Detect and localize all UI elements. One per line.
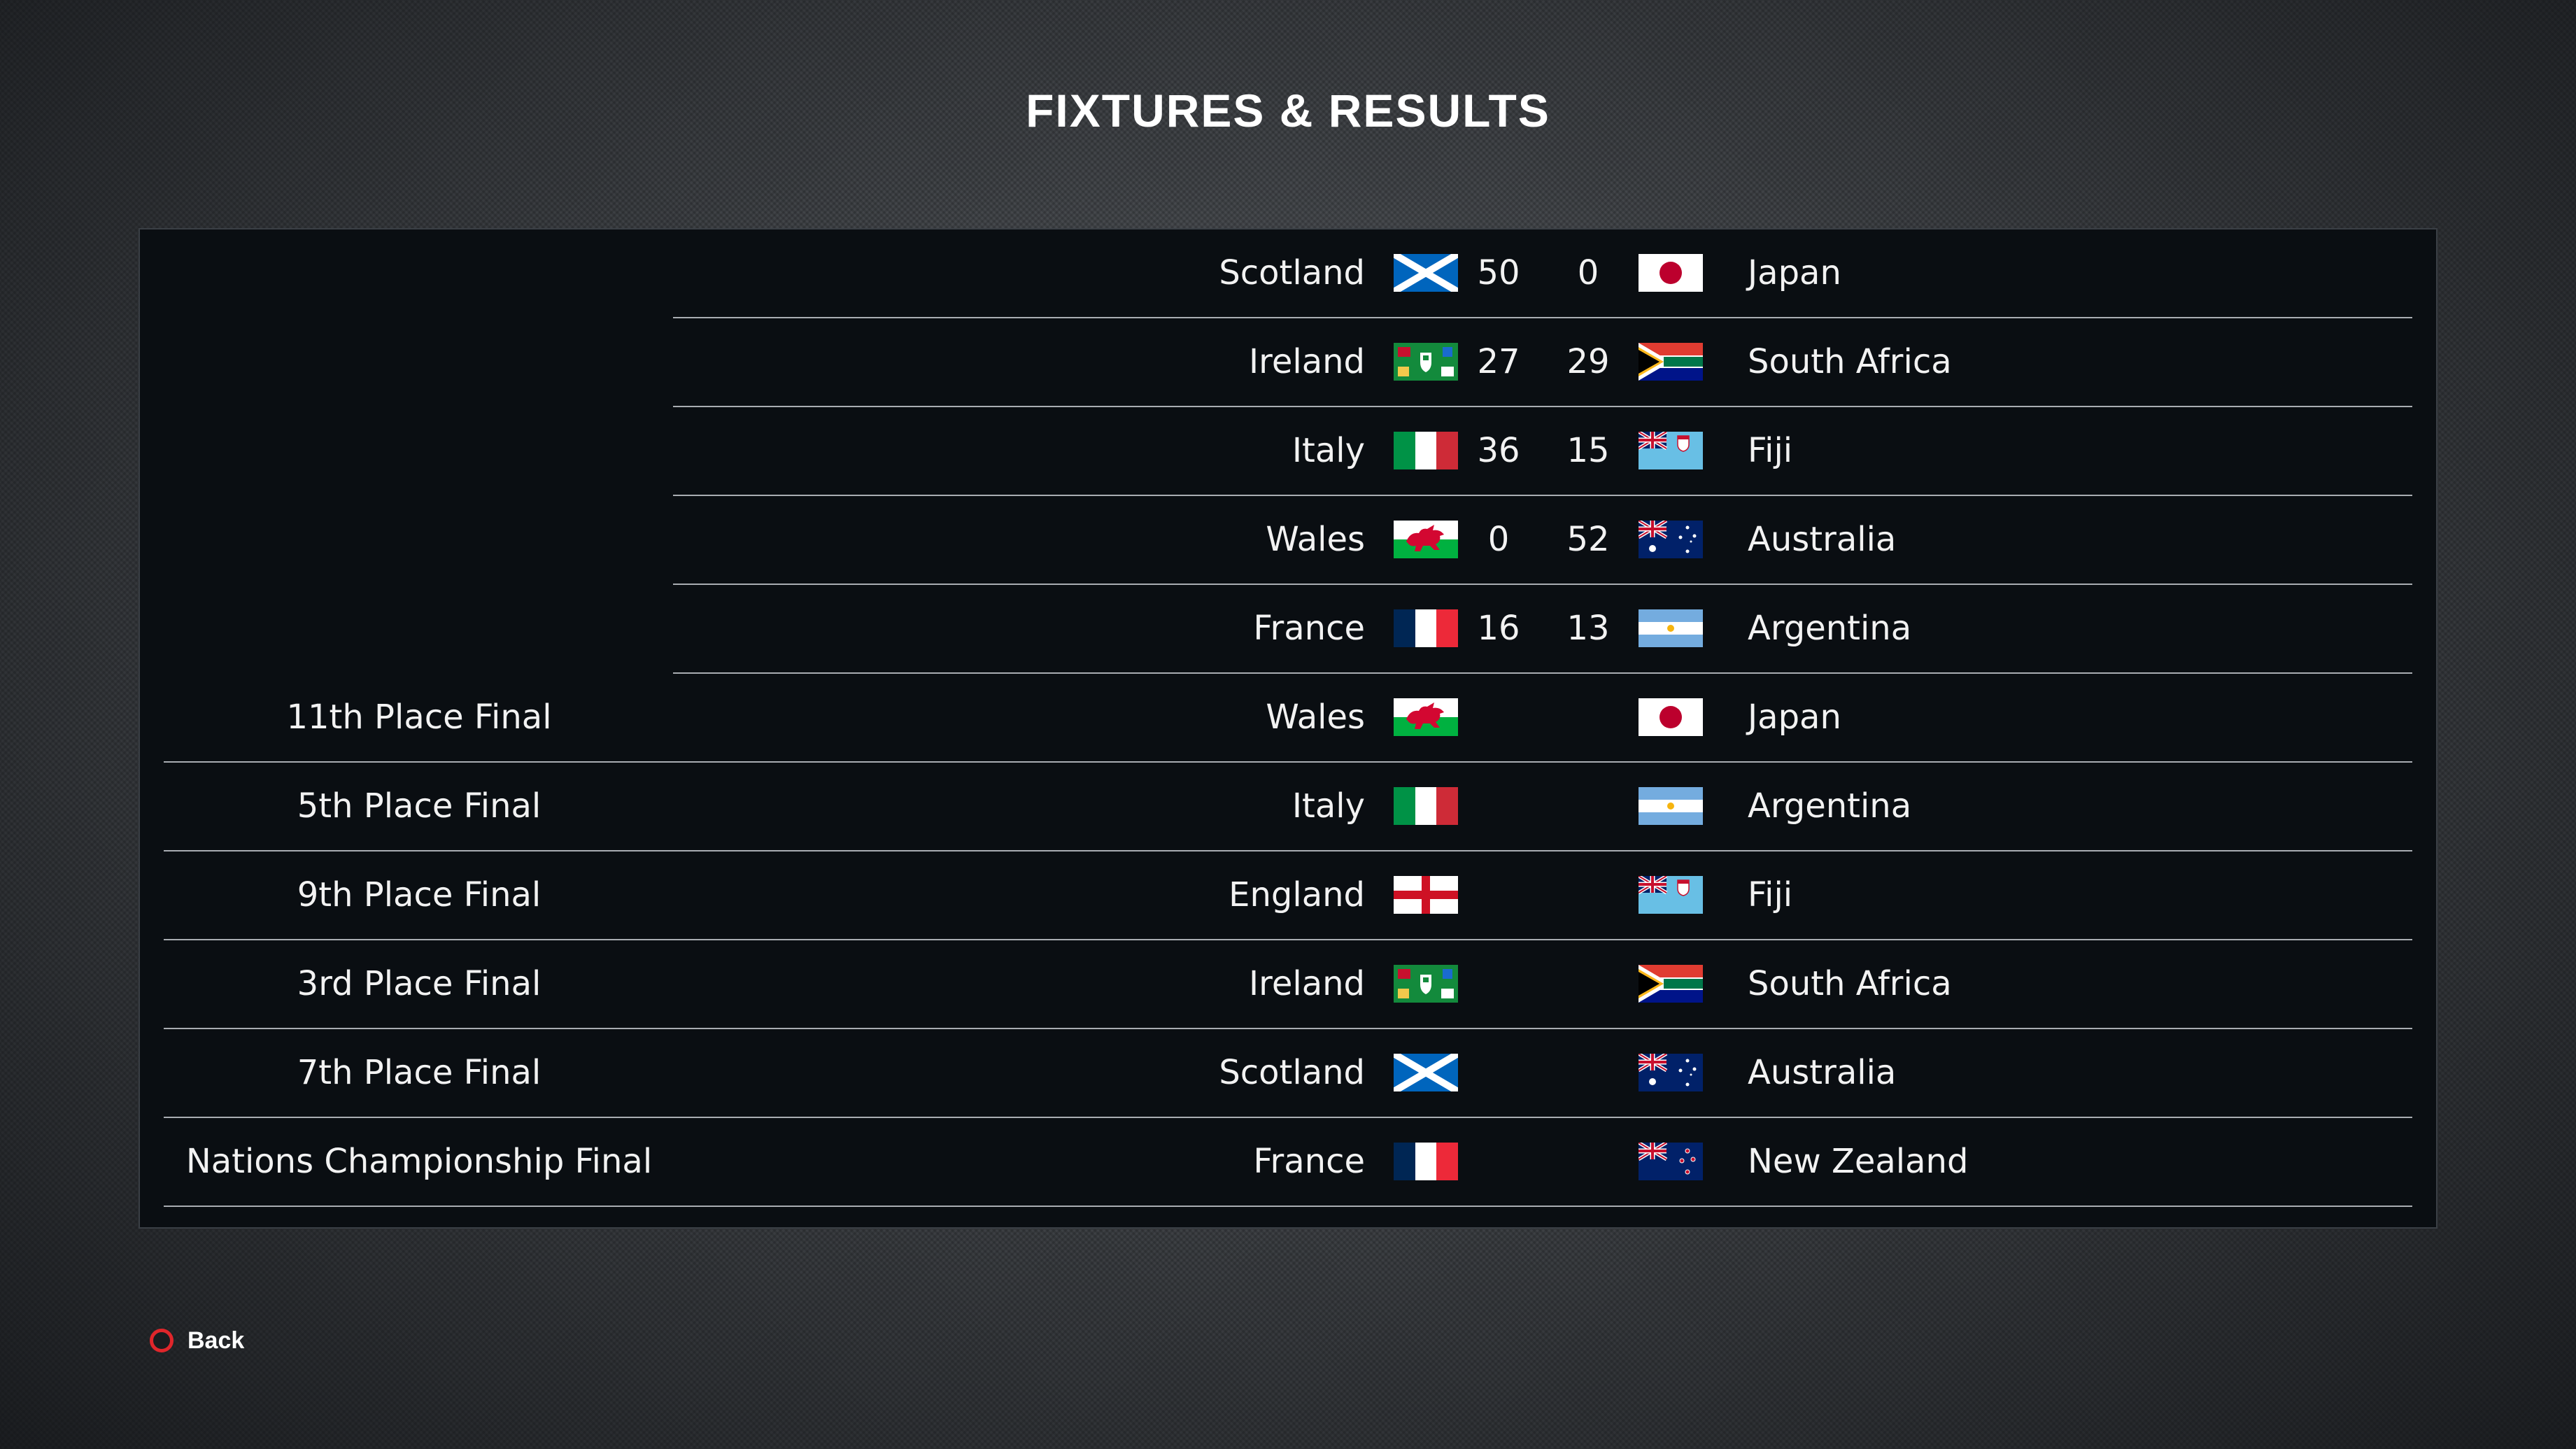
home-team-name: Scotland <box>1219 253 1365 292</box>
home-team-name: France <box>1253 1142 1365 1181</box>
away-team-name: Fiji <box>1748 431 1793 470</box>
argentina-flag-icon <box>1639 787 1703 825</box>
away-team-name: Argentina <box>1748 609 1912 648</box>
fixture-row[interactable]: Nations Championship Final France New Zeal… <box>164 1118 2412 1207</box>
home-team-name: Ireland <box>1248 342 1365 381</box>
home-team-name: Italy <box>1291 431 1365 470</box>
away-team-name: Australia <box>1748 520 1897 559</box>
away-team-name: Japan <box>1748 253 1841 292</box>
away-score: 15 <box>1566 431 1610 470</box>
argentina-flag-icon <box>1639 609 1703 647</box>
home-score: 36 <box>1477 431 1520 470</box>
away-score: 0 <box>1577 253 1599 292</box>
fixture-row[interactable]: 9th Place Final England Fiji <box>164 851 2412 940</box>
result-row[interactable]: Wales 0 52 Australia <box>673 496 2412 585</box>
result-row[interactable]: Scotland 50 0 Japan <box>673 229 2412 318</box>
round-label: 11th Place Final <box>286 698 552 737</box>
result-row[interactable]: Italy 36 15 Fiji <box>673 407 2412 496</box>
away-team-name: Fiji <box>1748 875 1793 914</box>
ireland-flag-icon <box>1394 343 1458 381</box>
home-team-name: England <box>1229 875 1365 914</box>
france-flag-icon <box>1394 609 1458 647</box>
fixture-row[interactable]: 3rd Place Final Ireland South Africa <box>164 940 2412 1029</box>
home-team-name: Wales <box>1266 520 1365 559</box>
australia-flag-icon <box>1639 521 1703 558</box>
back-button[interactable]: Back <box>150 1324 244 1357</box>
away-team-name: Japan <box>1748 698 1841 737</box>
away-team-name: Australia <box>1748 1053 1897 1092</box>
france-flag-icon <box>1394 1143 1458 1180</box>
home-team-name: Wales <box>1266 698 1365 737</box>
south-africa-flag-icon <box>1639 965 1703 1003</box>
italy-flag-icon <box>1394 787 1458 825</box>
away-team-name: New Zealand <box>1748 1142 1969 1181</box>
england-flag-icon <box>1394 876 1458 914</box>
home-score: 16 <box>1477 609 1520 648</box>
wales-flag-icon <box>1394 698 1458 736</box>
round-label: Nations Championship Final <box>185 1142 653 1181</box>
ireland-flag-icon <box>1394 965 1458 1003</box>
fixtures-results-table: Scotland 50 0 Japan Ireland 27 29 South Africa I… <box>139 228 2437 1229</box>
round-label: 5th Place Final <box>297 786 542 826</box>
scotland-flag-icon <box>1394 1054 1458 1091</box>
wales-flag-icon <box>1394 521 1458 558</box>
fixture-row[interactable]: 11th Place Final Wales Japan <box>164 674 2412 763</box>
result-row[interactable]: Ireland 27 29 South Africa <box>673 318 2412 407</box>
fixture-row[interactable]: 7th Place Final Scotland Australia <box>164 1029 2412 1118</box>
away-team-name: South Africa <box>1748 342 1952 381</box>
round-label: 3rd Place Final <box>297 964 542 1003</box>
result-row[interactable]: France 16 13 Argentina <box>673 585 2412 674</box>
round-label: 9th Place Final <box>297 875 542 914</box>
japan-flag-icon <box>1639 698 1703 736</box>
fiji-flag-icon <box>1639 432 1703 469</box>
home-score: 50 <box>1477 253 1520 292</box>
australia-flag-icon <box>1639 1054 1703 1091</box>
scotland-flag-icon <box>1394 254 1458 292</box>
away-score: 13 <box>1566 609 1610 648</box>
japan-flag-icon <box>1639 254 1703 292</box>
away-score: 29 <box>1566 342 1610 381</box>
home-team-name: Scotland <box>1219 1053 1365 1092</box>
round-label: 7th Place Final <box>297 1053 542 1092</box>
home-team-name: Italy <box>1291 786 1365 826</box>
back-label: Back <box>187 1327 245 1354</box>
home-score: 0 <box>1487 520 1510 559</box>
fixture-row[interactable]: 5th Place Final Italy Argentina <box>164 763 2412 851</box>
home-team-name: Ireland <box>1248 964 1365 1003</box>
away-team-name: Argentina <box>1748 786 1912 826</box>
circle-button-icon <box>150 1329 174 1352</box>
new-zealand-flag-icon <box>1639 1143 1703 1180</box>
home-team-name: France <box>1253 609 1365 648</box>
italy-flag-icon <box>1394 432 1458 469</box>
away-team-name: South Africa <box>1748 964 1952 1003</box>
home-score: 27 <box>1477 342 1520 381</box>
south-africa-flag-icon <box>1639 343 1703 381</box>
away-score: 52 <box>1566 520 1610 559</box>
page-title: FIXTURES & RESULTS <box>1026 85 1550 136</box>
fiji-flag-icon <box>1639 876 1703 914</box>
